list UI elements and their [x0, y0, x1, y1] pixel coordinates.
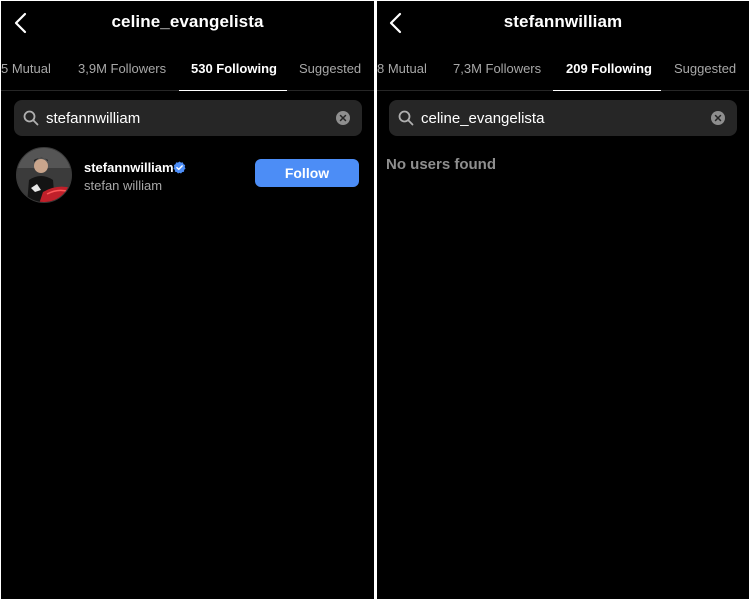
tab-followers[interactable]: 7,3M Followers [453, 61, 541, 76]
clear-search-icon[interactable] [711, 111, 725, 125]
profile-title: stefannwilliam [503, 12, 623, 31]
search-icon [398, 110, 414, 126]
header: stefannwilliam [377, 1, 749, 47]
tab-mutual[interactable]: 5 Mutual [1, 61, 51, 76]
profile-title: celine_evangelista [111, 12, 264, 31]
tab-suggested[interactable]: Suggested [299, 61, 361, 76]
follow-button[interactable]: Follow [255, 159, 359, 187]
search-icon [23, 110, 39, 126]
tab-suggested[interactable]: Suggested [674, 61, 736, 76]
search-input[interactable] [421, 108, 701, 128]
search-input[interactable] [46, 108, 326, 128]
search-bar[interactable] [14, 100, 362, 136]
tab-bar: 5 Mutual 3,9M Followers 530 Following Su… [1, 47, 374, 91]
clear-search-icon[interactable] [336, 111, 350, 125]
empty-results-message: No users found [386, 156, 497, 173]
avatar[interactable] [16, 147, 72, 203]
tab-bar: 8 Mutual 7,3M Followers 209 Following Su… [377, 47, 749, 91]
verified-badge-icon [173, 161, 186, 174]
tab-mutual[interactable]: 8 Mutual [377, 61, 427, 76]
tab-followers[interactable]: 3,9M Followers [78, 61, 166, 76]
search-bar[interactable] [389, 100, 737, 136]
tab-following[interactable]: 530 Following [191, 61, 277, 76]
active-tab-underline [179, 90, 287, 91]
screenshot-frame: celine_evangelista 5 Mutual 3,9M Followe… [0, 0, 750, 600]
result-full-name: stefan william [84, 178, 163, 193]
active-tab-underline [553, 90, 661, 91]
header: celine_evangelista [1, 1, 374, 47]
result-username[interactable]: stefannwilliam [84, 160, 174, 175]
user-result-row[interactable]: stefannwilliam stefan william Follow [16, 147, 361, 205]
left-screen: celine_evangelista 5 Mutual 3,9M Followe… [1, 1, 374, 599]
tab-following[interactable]: 209 Following [566, 61, 652, 76]
right-screen: stefannwilliam 8 Mutual 7,3M Followers 2… [377, 1, 749, 599]
